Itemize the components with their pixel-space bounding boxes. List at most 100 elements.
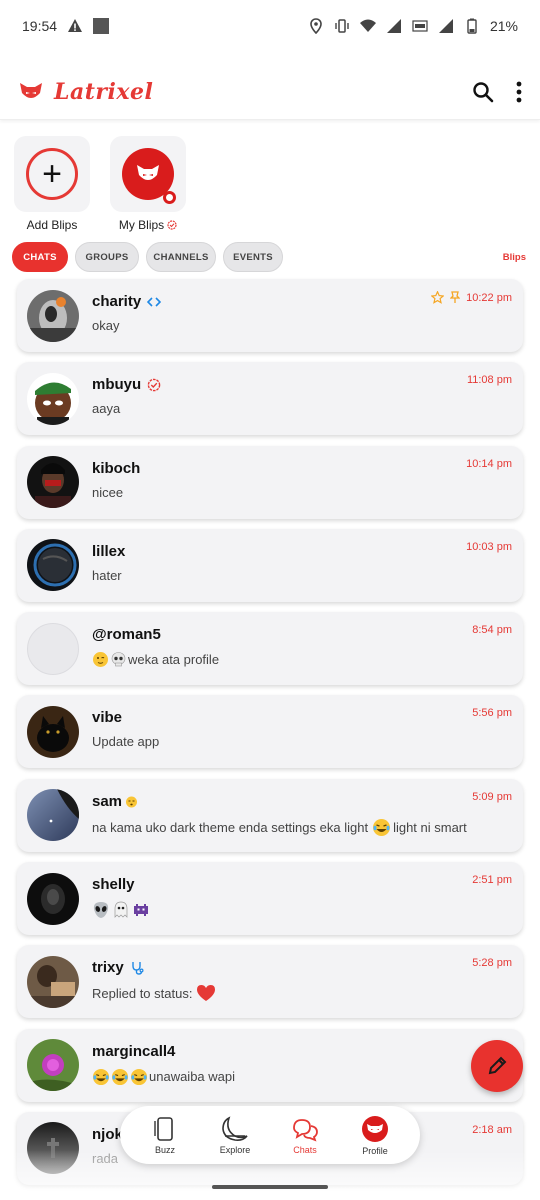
chat-time: 2:51 pm xyxy=(472,874,512,887)
star-icon xyxy=(431,291,445,304)
chat-time-row: 2:51 pm xyxy=(472,874,512,886)
more-options-icon[interactable] xyxy=(516,81,522,103)
search-icon[interactable] xyxy=(472,81,494,103)
add-blips-box[interactable]: + xyxy=(14,136,90,212)
chat-name: charity xyxy=(92,293,142,310)
moon-icon xyxy=(222,1115,248,1141)
avatar-icon xyxy=(362,1115,388,1142)
laughing-emoji-icon xyxy=(111,1068,129,1085)
chat-row[interactable]: trixy Replied to status: 5:28 pm xyxy=(17,945,523,1019)
my-blips-label-row: My Blips xyxy=(119,218,177,232)
heart-emoji-icon xyxy=(197,985,216,1002)
chat-row[interactable]: lillex hater 10:03 pm xyxy=(17,528,523,602)
phone-icon xyxy=(154,1116,173,1141)
chat-time: 10:14 pm xyxy=(466,457,512,470)
avatar xyxy=(27,289,79,342)
chat-name-row: mbuyu xyxy=(92,376,161,393)
chat-message: weka ata profile xyxy=(128,652,220,668)
chat-time: 10:22 pm xyxy=(466,291,512,304)
ghost-emoji-icon xyxy=(114,901,128,918)
tab-chats[interactable]: CHATS xyxy=(12,242,68,272)
tab-groups[interactable]: GROUPS xyxy=(75,242,139,272)
tab-events[interactable]: EVENTS xyxy=(223,242,283,272)
chat-message: okay xyxy=(92,318,120,333)
chat-name: lillex xyxy=(92,542,126,560)
chat-message-row xyxy=(92,901,150,919)
my-blips-box[interactable] xyxy=(110,136,186,212)
home-indicator[interactable] xyxy=(212,1185,328,1189)
chat-name: kiboch xyxy=(92,459,141,477)
my-blips[interactable]: My Blips xyxy=(110,136,186,232)
verified-icon xyxy=(147,378,161,392)
chat-name-row: lillex xyxy=(92,543,125,560)
nav-buzz-label: Buzz xyxy=(154,1144,175,1155)
chat-time: 5:09 pm xyxy=(472,790,512,803)
stethoscope-icon xyxy=(131,961,144,975)
verified-icon xyxy=(167,220,177,230)
battery-icon xyxy=(467,18,477,34)
pin-icon xyxy=(450,291,461,303)
chat-time-row: 11:08 pm xyxy=(467,374,512,386)
chat-name: vibe xyxy=(92,709,123,727)
avatar xyxy=(27,705,79,758)
status-dot xyxy=(163,191,176,204)
chat-time-row: 10:22 pm xyxy=(431,291,512,304)
chat-time-row: 10:14 pm xyxy=(466,458,512,470)
chat-message: nicee xyxy=(92,484,124,500)
wifi-icon xyxy=(359,19,376,32)
avatar-placeholder xyxy=(27,622,79,675)
chat-row[interactable]: sam na kama uko dark theme enda settings… xyxy=(17,778,523,852)
nav-profile-label: Profile xyxy=(362,1145,388,1156)
nav-buzz[interactable]: Buzz xyxy=(135,1116,195,1155)
chat-time: 10:03 pm xyxy=(466,540,512,553)
chat-time: 8:54 pm xyxy=(472,624,512,637)
blips-link[interactable]: Blips xyxy=(503,252,528,263)
avatar xyxy=(27,789,79,842)
chat-name-row: sam xyxy=(92,793,139,810)
chat-row[interactable]: vibe Update app 5:56 pm xyxy=(17,695,523,769)
chat-name: sam xyxy=(92,792,123,810)
laughing-emoji-icon xyxy=(92,1068,110,1085)
chat-message: Replied to status: xyxy=(92,985,193,1001)
skull-emoji-icon xyxy=(111,652,126,667)
avatar xyxy=(27,872,79,925)
new-chat-button[interactable] xyxy=(471,1040,523,1092)
chat-time-row: 5:09 pm xyxy=(472,791,512,803)
chat-message-part-1: na kama uko dark theme enda settings eka… xyxy=(92,819,369,835)
chat-row[interactable]: charity okay 10:22 pm xyxy=(17,279,523,352)
chat-time: 5:56 pm xyxy=(472,707,512,720)
chat-message: aaya xyxy=(92,401,121,417)
avatar xyxy=(27,539,79,592)
chat-icon xyxy=(293,1118,318,1142)
chat-row[interactable]: @roman5 weka ata profile 8:54 pm xyxy=(17,612,523,686)
chat-name-row: @roman5 xyxy=(92,626,161,643)
chat-row[interactable]: shelly 2:51 pm xyxy=(17,862,523,936)
battery-level: 21% xyxy=(489,18,518,34)
chat-time: 11:08 pm xyxy=(466,374,512,387)
volte-icon xyxy=(412,20,428,32)
avatar xyxy=(27,1039,79,1092)
nav-explore-label: Explore xyxy=(219,1144,251,1155)
avatar xyxy=(27,372,79,425)
chat-list: charity okay 10:22 pm mbuyu aaya 11:08 p… xyxy=(17,279,523,1195)
tab-channels[interactable]: CHANNELS xyxy=(146,242,216,272)
chat-row[interactable]: mbuyu aaya 11:08 pm xyxy=(17,362,523,436)
image-notification-icon xyxy=(93,18,110,34)
nav-explore[interactable]: Explore xyxy=(205,1115,265,1155)
nav-chats[interactable]: Chats xyxy=(275,1116,335,1155)
chat-row[interactable]: margincall4 unawaiba wapi 2: xyxy=(17,1028,523,1102)
chat-row[interactable]: kiboch nicee 10:14 pm xyxy=(17,445,523,519)
add-blips[interactable]: + Add Blips xyxy=(14,136,90,232)
chat-message-part-2: light ni smart xyxy=(393,819,467,835)
chat-message-row: Replied to status: xyxy=(92,984,216,1002)
bottom-navigation: Buzz Explore Chats Profile xyxy=(120,1106,420,1164)
chat-message: rada xyxy=(92,1150,119,1166)
chat-time-row: 5:28 pm xyxy=(472,957,512,969)
app-bar: Latrixel xyxy=(0,64,540,120)
face-emoji-icon xyxy=(93,652,108,668)
nav-profile[interactable]: Profile xyxy=(345,1115,405,1156)
chat-name-row: njok xyxy=(92,1126,123,1143)
chat-name: @roman5 xyxy=(92,626,161,644)
avatar xyxy=(27,456,79,509)
laughing-emoji-icon xyxy=(130,1068,148,1085)
